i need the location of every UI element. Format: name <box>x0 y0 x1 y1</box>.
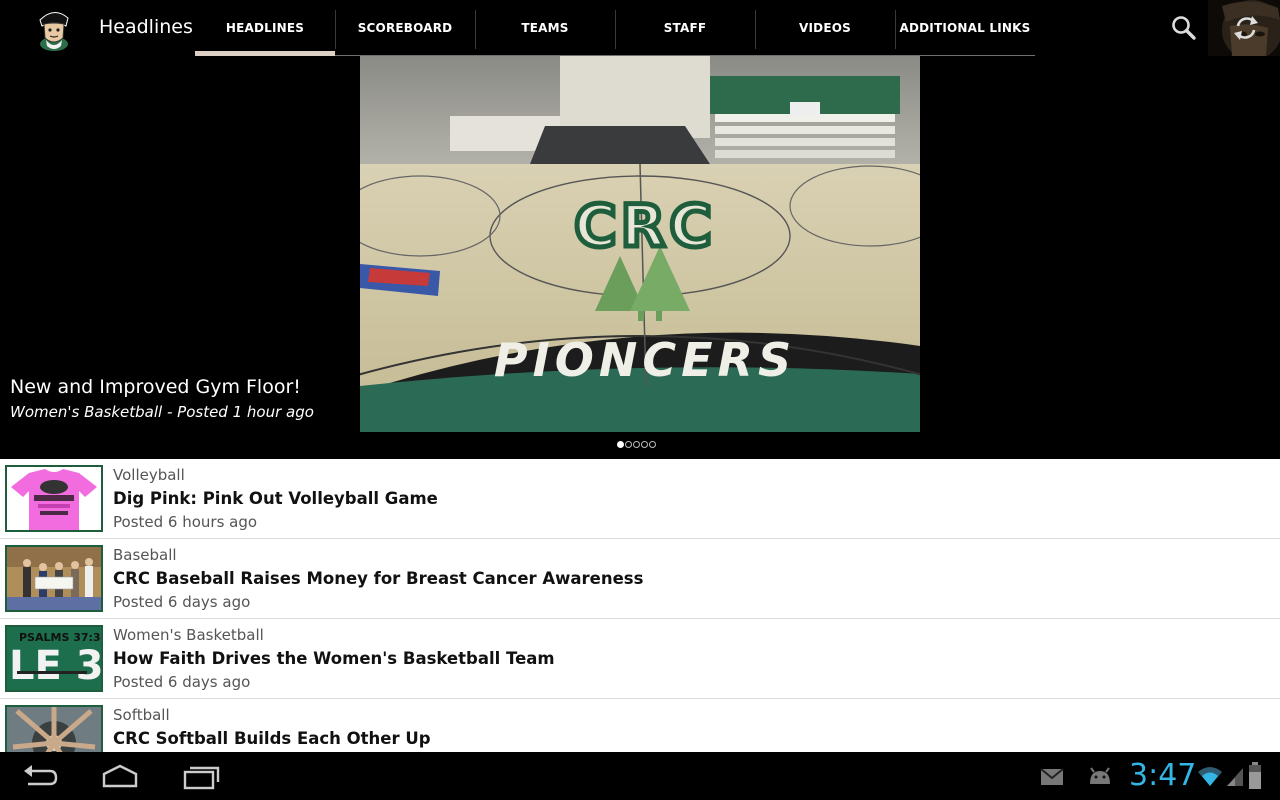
tab-staff[interactable]: STAFF <box>615 0 755 55</box>
pager-dot[interactable] <box>617 441 624 448</box>
tab-additional-links[interactable]: ADDITIONAL LINKS <box>895 0 1035 55</box>
softball-huddle-image <box>7 707 101 752</box>
featured-story: CRC PIONCERS New and Improved Gym Floor!… <box>0 56 1280 459</box>
tab-label: VIDEOS <box>799 20 851 35</box>
tab-label: ADDITIONAL LINKS <box>899 20 1031 35</box>
featured-gym-floor-image[interactable]: CRC PIONCERS <box>360 56 920 432</box>
baseball-check-image <box>7 547 101 610</box>
refresh-icon[interactable] <box>1230 12 1262 44</box>
featured-pager <box>617 441 656 448</box>
news-category: Baseball <box>113 546 177 564</box>
news-category: Women's Basketball <box>113 626 264 644</box>
tab-headlines[interactable]: HEADLINES <box>195 0 335 56</box>
search-icon[interactable] <box>1168 12 1200 44</box>
signal-icon[interactable] <box>1225 764 1245 788</box>
news-thumbnail <box>5 705 103 752</box>
pager-dot[interactable] <box>633 441 640 448</box>
wifi-icon[interactable] <box>1196 764 1224 788</box>
tab-label: HEADLINES <box>225 20 305 35</box>
news-item[interactable]: Softball CRC Softball Builds Each Other … <box>0 699 1280 752</box>
news-thumbnail <box>5 465 103 532</box>
thumb-big-text: LE 3: <box>9 643 101 689</box>
news-headline: Dig Pink: Pink Out Volleyball Game <box>113 489 438 508</box>
app-root: Headlines HEADLINES SCOREBOARD TEAMS STA… <box>0 0 1280 800</box>
featured-image-crc-text: CRC <box>574 192 716 260</box>
news-headline: How Faith Drives the Women's Basketball … <box>113 649 555 668</box>
news-item[interactable]: PSALMS 37:3 LE 3: Women's Basketball How… <box>0 619 1280 699</box>
tab-label: SCOREBOARD <box>357 20 453 35</box>
featured-subtitle: Women's Basketball - Posted 1 hour ago <box>10 403 314 421</box>
news-item[interactable]: Baseball CRC Baseball Raises Money for B… <box>0 539 1280 619</box>
recent-apps-icon[interactable] <box>182 762 222 792</box>
gmail-notification-icon[interactable] <box>1040 768 1064 786</box>
news-category: Softball <box>113 706 170 724</box>
tab-videos[interactable]: VIDEOS <box>755 0 895 55</box>
back-icon[interactable] <box>20 762 60 792</box>
pager-dot[interactable] <box>641 441 648 448</box>
pink-shirt-image <box>7 467 101 530</box>
battery-icon[interactable] <box>1248 762 1262 790</box>
news-category: Volleyball <box>113 466 185 484</box>
action-bar: Headlines HEADLINES SCOREBOARD TEAMS STA… <box>0 0 1280 56</box>
news-item[interactable]: Volleyball Dig Pink: Pink Out Volleyball… <box>0 459 1280 539</box>
pager-dot[interactable] <box>649 441 656 448</box>
tab-label: TEAMS <box>521 20 569 35</box>
news-posted: Posted 6 hours ago <box>113 513 258 531</box>
tab-teams[interactable]: TEAMS <box>475 0 615 55</box>
tab-scoreboard[interactable]: SCOREBOARD <box>335 0 475 55</box>
psalms-graphic-image: PSALMS 37:3 LE 3: <box>7 627 101 690</box>
system-clock[interactable]: 3:47 <box>1129 758 1196 793</box>
tab-label: STAFF <box>663 20 707 35</box>
news-list: Volleyball Dig Pink: Pink Out Volleyball… <box>0 459 1280 752</box>
news-posted: Posted 6 days ago <box>113 593 251 611</box>
system-navigation-bar: 3:47 <box>0 752 1280 800</box>
news-thumbnail: PSALMS 37:3 LE 3: <box>5 625 103 692</box>
home-icon[interactable] <box>100 762 140 792</box>
featured-image-pioneers-text: PIONCERS <box>494 333 796 387</box>
news-headline: CRC Softball Builds Each Other Up <box>113 729 431 748</box>
tab-bar: HEADLINES SCOREBOARD TEAMS STAFF VIDEOS … <box>195 0 1035 56</box>
android-debug-icon[interactable] <box>1087 766 1113 786</box>
pioneer-logo-icon[interactable] <box>30 4 78 52</box>
news-thumbnail <box>5 545 103 612</box>
news-posted: Posted 6 days ago <box>113 673 251 691</box>
refresh-action <box>1208 0 1280 56</box>
featured-title[interactable]: New and Improved Gym Floor! <box>10 376 301 398</box>
news-headline: CRC Baseball Raises Money for Breast Can… <box>113 569 644 588</box>
pager-dot[interactable] <box>625 441 632 448</box>
app-title: Headlines <box>99 16 193 38</box>
